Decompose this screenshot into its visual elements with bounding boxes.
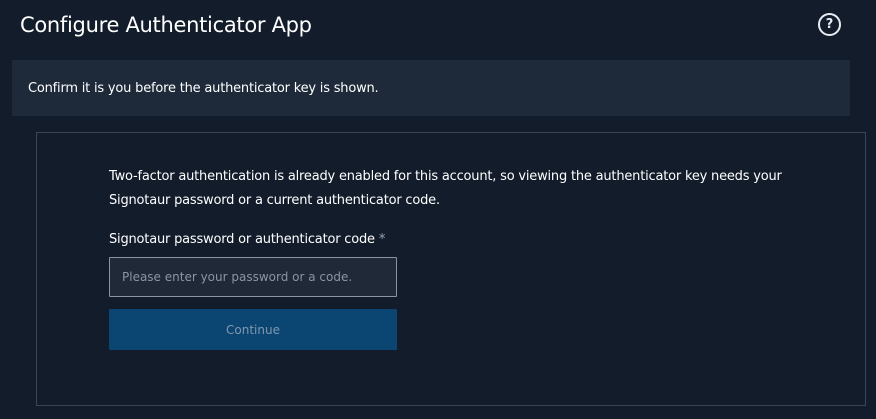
configure-authenticator-page: Configure Authenticator App ? Confirm it… [0,0,876,419]
question-circle-icon: ? [825,17,834,32]
code-field-label: Signotaur password or authenticator code… [109,232,385,247]
help-button[interactable]: ? [818,13,841,36]
form-description: Two-factor authentication is already ena… [109,169,782,208]
continue-button[interactable]: Continue [109,309,397,350]
required-indicator: * [378,232,386,247]
code-field-label-text: Signotaur password or authenticator code [109,232,375,247]
password-or-code-input[interactable] [109,257,397,297]
page-title: Configure Authenticator App [20,13,312,37]
info-banner-text: Confirm it is you before the authenticat… [28,80,379,96]
verification-panel: Two-factor authentication is already ena… [36,132,866,406]
info-banner: Confirm it is you before the authenticat… [12,60,850,116]
